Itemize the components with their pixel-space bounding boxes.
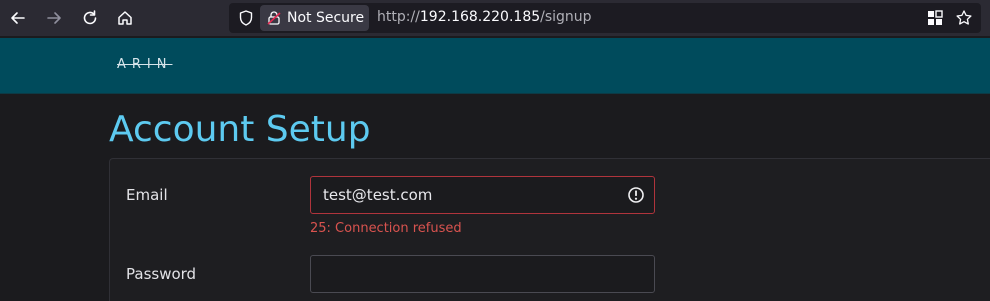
email-input[interactable]: test@test.com [310, 176, 655, 214]
site-logo[interactable]: ARIN [117, 57, 172, 72]
email-error-message: 25: Connection refused [310, 221, 462, 236]
security-label: Not Secure [287, 10, 365, 26]
shield-icon[interactable] [237, 9, 255, 27]
password-input[interactable] [310, 255, 655, 293]
email-label: Email [126, 186, 168, 204]
forward-icon[interactable] [42, 6, 66, 30]
url-text[interactable]: http://192.168.220.185/signup [377, 9, 592, 25]
url-scheme: http:// [377, 9, 420, 25]
url-host: 192.168.220.185 [419, 9, 541, 25]
address-bar[interactable]: Not Secure http://192.168.220.185/signup [229, 3, 981, 33]
password-label: Password [126, 265, 197, 283]
reload-icon[interactable] [78, 6, 102, 30]
page-title: Account Setup [109, 109, 371, 150]
security-indicator[interactable]: Not Secure [260, 5, 369, 31]
back-icon[interactable] [6, 6, 30, 30]
site-header: ARIN [0, 38, 990, 94]
url-path: /signup [540, 9, 592, 25]
error-icon [628, 187, 644, 203]
extensions-grid-icon[interactable] [926, 9, 944, 27]
browser-toolbar: Not Secure http://192.168.220.185/signup [0, 0, 990, 36]
bookmark-star-icon[interactable] [955, 9, 973, 27]
home-icon[interactable] [113, 6, 137, 30]
insecure-lock-icon [267, 11, 281, 25]
